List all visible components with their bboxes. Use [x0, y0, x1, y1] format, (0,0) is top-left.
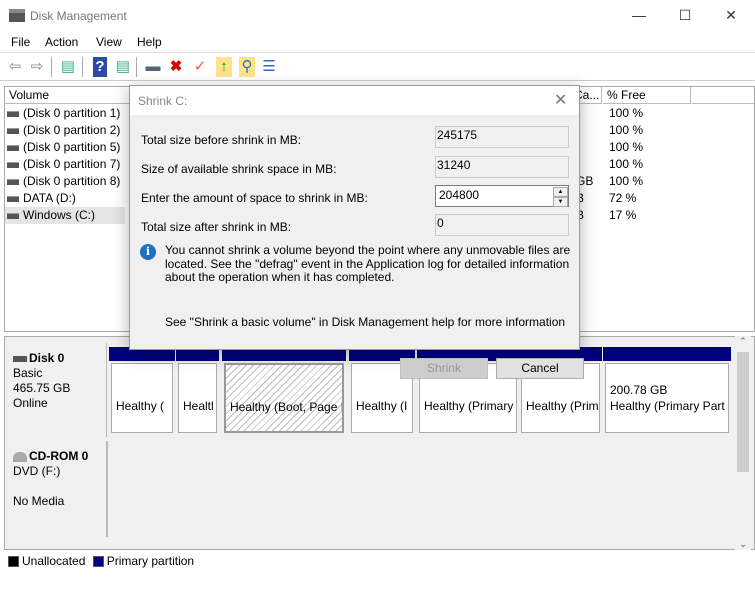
forward-icon[interactable]: ⇨	[27, 57, 47, 77]
partition-size	[230, 383, 339, 399]
title-bar: Disk Management — ☐ ✕	[0, 0, 755, 32]
volume-free: 17 %	[609, 208, 637, 222]
partition-status: Healthy (	[116, 399, 165, 413]
partition[interactable]: Healthy (	[111, 363, 173, 433]
volume-icon	[7, 127, 19, 134]
cdrom-0-label[interactable]: CD-ROM 0 DVD (F:) No Media	[7, 441, 107, 537]
volume-icon	[7, 178, 19, 185]
close-button[interactable]: ✕	[708, 0, 754, 32]
volume-row[interactable]: (Disk 0 partition 5)	[5, 139, 125, 156]
properties-icon[interactable]: ✓	[190, 57, 210, 77]
partition-size	[183, 382, 213, 398]
total-after-label: Total size after shrink in MB:	[141, 220, 292, 234]
volume-free: 100 %	[609, 123, 644, 137]
shrink-button[interactable]: Shrink	[400, 358, 488, 379]
partition-size	[116, 382, 169, 398]
menu-action[interactable]: Action	[45, 35, 78, 49]
partition-size: 200.78 GB	[610, 383, 668, 397]
partition-size	[356, 382, 409, 398]
available-shrink-label: Size of available shrink space in MB:	[141, 162, 337, 176]
disk-graphical-view: Disk 0 Basic 465.75 GB Online Healthy ( …	[4, 336, 755, 550]
volume-icon	[7, 144, 19, 151]
show-hide-console-icon[interactable]: ▤	[58, 57, 78, 77]
disk-management-icon	[9, 9, 25, 22]
volume-row[interactable]: (Disk 0 partition 8)	[5, 173, 125, 190]
info-icon: i	[140, 244, 156, 260]
menu-file[interactable]: File	[11, 35, 30, 49]
partition-status: Healthy (I	[356, 399, 408, 413]
partition-status: Healthy (Boot, Page F	[230, 400, 344, 414]
available-shrink-value: 31240	[435, 156, 569, 178]
show-action-pane-icon[interactable]: ▤	[113, 57, 133, 77]
cdrom-icon	[13, 451, 27, 462]
legend-swatch-primary	[92, 556, 104, 568]
partition-status: Healtl	[183, 399, 214, 413]
volume-row[interactable]: DATA (D:)	[5, 190, 125, 207]
settings-list-icon[interactable]: ☰	[259, 57, 279, 77]
volume-icon	[7, 161, 19, 168]
disk-icon	[13, 355, 27, 362]
shrink-dialog: Shrink C: ✕ Total size before shrink in …	[129, 85, 584, 379]
menu-view[interactable]: View	[96, 35, 122, 49]
spin-up-button[interactable]: ▲	[553, 187, 568, 197]
total-after-value: 0	[435, 214, 569, 236]
volume-name: (Disk 0 partition 7)	[23, 157, 121, 171]
spin-down-button[interactable]: ▼	[553, 197, 568, 207]
disk-0-label[interactable]: Disk 0 Basic 465.75 GB Online	[7, 343, 107, 437]
volume-name: Windows (C:)	[23, 208, 96, 222]
partition-size	[526, 382, 596, 398]
window-title: Disk Management	[30, 9, 127, 23]
volume-free: 72 %	[609, 191, 637, 205]
menu-help[interactable]: Help	[137, 35, 162, 49]
info-text: You cannot shrink a volume beyond the po…	[165, 243, 571, 284]
cdrom-area	[107, 441, 735, 537]
volume-name: (Disk 0 partition 5)	[23, 140, 121, 154]
total-before-value: 245175	[435, 126, 569, 148]
column-header-free[interactable]: % Free	[603, 87, 691, 104]
help-link-text: See "Shrink a basic volume" in Disk Mana…	[165, 315, 566, 329]
volume-name: (Disk 0 partition 8)	[23, 174, 121, 188]
partition[interactable]: 200.78 GB Healthy (Primary Part	[605, 363, 729, 433]
volume-icon	[7, 195, 19, 202]
scrollbar[interactable]: ⌃ ⌄	[735, 336, 751, 550]
partition-bar	[603, 347, 731, 361]
volume-free: 100 %	[609, 174, 644, 188]
legend-swatch-unallocated	[8, 556, 19, 568]
cancel-button[interactable]: Cancel	[496, 358, 584, 379]
shrink-amount-input[interactable]: 204800	[435, 185, 569, 207]
volume-row[interactable]: Windows (C:)	[5, 207, 125, 224]
volume-free: 100 %	[609, 157, 644, 171]
volume-row[interactable]: (Disk 0 partition 1)	[5, 105, 125, 122]
partition-status: Healthy (Primary Part	[610, 399, 725, 413]
volume-name: (Disk 0 partition 2)	[23, 123, 121, 137]
partition[interactable]: Healthy (Boot, Page F	[224, 363, 344, 433]
minimize-button[interactable]: —	[616, 0, 662, 32]
back-icon[interactable]: ⇦	[5, 57, 25, 77]
total-before-label: Total size before shrink in MB:	[141, 133, 302, 147]
volume-row[interactable]: (Disk 0 partition 7)	[5, 156, 125, 173]
volume-icon	[7, 110, 19, 117]
delete-icon[interactable]: ✖	[166, 57, 186, 77]
menu-bar: File Action View Help	[0, 32, 755, 53]
dialog-close-button[interactable]: ✕	[554, 90, 567, 110]
search-folder-icon[interactable]: ⚲	[239, 57, 255, 77]
volume-free: 100 %	[609, 140, 644, 154]
partition[interactable]: Healtl	[178, 363, 217, 433]
shrink-amount-label: Enter the amount of space to shrink in M…	[141, 191, 368, 205]
dialog-title: Shrink C:	[138, 94, 188, 108]
volume-icon	[7, 212, 19, 219]
volume-name: (Disk 0 partition 1)	[23, 106, 121, 120]
volume-free: 100 %	[609, 106, 644, 120]
maximize-button[interactable]: ☐	[662, 0, 708, 32]
toolbar: ⇦ ⇨ ▤ ? ▤ ▬ ✖ ✓ ↑ ⚲ ☰	[0, 53, 755, 81]
partition-size	[424, 382, 513, 398]
volume-name: DATA (D:)	[23, 191, 76, 205]
legend: Unallocated Primary partition	[4, 552, 755, 570]
partition-status: Healthy (Prim	[526, 399, 599, 413]
volume-row[interactable]: (Disk 0 partition 2)	[5, 122, 125, 139]
help-icon[interactable]: ?	[93, 57, 107, 77]
connect-drive-icon[interactable]: ▬	[143, 57, 163, 77]
partition-status: Healthy (Primary	[424, 399, 514, 413]
folder-up-icon[interactable]: ↑	[216, 57, 232, 77]
